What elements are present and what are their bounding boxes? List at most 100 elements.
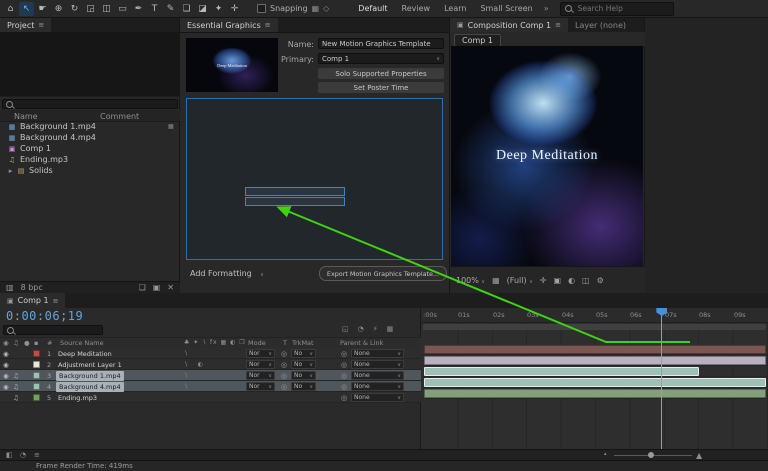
track-matte-dropdown[interactable]: No∨ <box>291 382 316 391</box>
help-search-input[interactable] <box>576 3 669 14</box>
timeline-search-box[interactable] <box>3 325 103 335</box>
layer-duration-bar[interactable] <box>424 345 766 354</box>
frame-blend-toggle-icon[interactable]: ◔ <box>20 451 26 459</box>
parent-pickwhip-icon[interactable]: ◎ <box>341 372 347 380</box>
layer-duration-bar[interactable] <box>424 378 766 387</box>
camera-tool-icon[interactable]: ◲ <box>83 2 98 16</box>
timeline-track-area[interactable]: :00s 01s 02s 03s 04s 05s 06s 07s 08s 09s <box>421 308 768 449</box>
frame-blend-icon[interactable]: ◔ <box>358 325 364 333</box>
workspace-learn[interactable]: Learn <box>444 4 466 13</box>
shape-tool-icon[interactable]: ▭ <box>115 2 130 16</box>
blend-mode-dropdown[interactable]: Nor∨ <box>246 360 275 369</box>
settings-gear-icon[interactable]: ⚙ <box>597 276 604 285</box>
trkmat-pickwhip-icon[interactable]: ◎ <box>281 350 287 358</box>
timeline-search-input[interactable] <box>17 325 99 335</box>
solo-column-icon[interactable]: ● <box>24 339 30 347</box>
eye-column-icon[interactable]: ◉ <box>3 339 9 347</box>
draft-3d-icon[interactable]: ⚡ <box>373 325 378 333</box>
trash-icon[interactable]: ✕ <box>167 283 174 292</box>
workspace-overflow-icon[interactable]: » <box>544 4 549 13</box>
playhead[interactable] <box>661 308 662 449</box>
add-formatting-dropdown[interactable]: Add Formatting ∨ <box>190 269 264 278</box>
transparency-grid-icon[interactable]: ▣ <box>554 276 562 285</box>
workspace-review[interactable]: Review <box>402 4 431 13</box>
zoom-in-mountain-icon[interactable]: ▲ <box>696 451 702 460</box>
trkmat-pickwhip-icon[interactable]: ◎ <box>281 361 287 369</box>
properties-drop-zone[interactable] <box>186 98 443 260</box>
composition-viewer[interactable]: Deep Meditation <box>451 46 643 266</box>
column-mode[interactable]: Mode <box>248 339 266 347</box>
clone-stamp-tool-icon[interactable]: ❏ <box>179 2 194 16</box>
label-color-chip[interactable] <box>33 394 40 401</box>
timeline-layer-row[interactable]: ♫ 5 Ending.mp3 ◎ None∨ <box>0 392 421 403</box>
parent-pickwhip-icon[interactable]: ◎ <box>341 383 347 391</box>
tab-composition[interactable]: ▣ Composition Comp 1 ≡ <box>450 18 568 32</box>
magnification-dropdown[interactable]: 100% ∨ <box>456 276 485 285</box>
layer-name-dragging[interactable]: Background 1.mp4 <box>56 371 124 381</box>
zoom-out-mountain-icon[interactable]: ▴ <box>604 451 607 457</box>
expand-caret-icon[interactable]: ▸ <box>8 167 13 175</box>
label-color-chip[interactable] <box>33 361 40 368</box>
timeline-layer-row-selected[interactable]: ◉ ♫ 4 Background 4.mp4 ∖ Nor∨ ◎ No∨ ◎ No… <box>0 381 421 392</box>
tab-essential-graphics[interactable]: Essential Graphics ≡ <box>180 18 278 32</box>
parent-link-dropdown[interactable]: None∨ <box>351 360 404 369</box>
orbit-tool-icon[interactable]: ↻ <box>67 2 82 16</box>
composition-mini-flow-icon[interactable]: ▦ <box>387 325 394 333</box>
layer-duration-bar[interactable] <box>424 356 766 365</box>
flowchart-icon[interactable]: ◫ <box>582 276 590 285</box>
timeline-layer-row[interactable]: ◉ 1 Deep Meditation ∖ Nor∨ ◎ No∨ ◎ None∨ <box>0 348 421 359</box>
brush-tool-icon[interactable]: ✎ <box>163 2 178 16</box>
project-search-box[interactable] <box>2 99 178 109</box>
timeline-zoom-handle[interactable] <box>648 452 654 458</box>
parent-pickwhip-icon[interactable]: ◎ <box>341 361 347 369</box>
timeline-layer-row[interactable]: ◉ 2 Adjustment Layer 1 ∖ ◐ Nor∨ ◎ No∨ ◎ … <box>0 359 421 370</box>
layer-switches-icons[interactable]: ∖ <box>184 372 192 379</box>
layer-name-dragging[interactable]: Background 4.mp4 <box>56 382 124 392</box>
puppet-pin-tool-icon[interactable]: ✛ <box>227 2 242 16</box>
label-color-chip[interactable] <box>33 383 40 390</box>
column-comment[interactable]: Comment <box>100 112 139 121</box>
channels-icon[interactable]: ◐ <box>568 276 575 285</box>
current-timecode[interactable]: 0:00:06;19 <box>6 309 83 323</box>
pen-tool-icon[interactable]: ✒ <box>131 2 146 16</box>
template-name-input[interactable]: New Motion Graphics Template <box>318 38 444 49</box>
tab-project[interactable]: Project ≡ <box>0 18 51 32</box>
new-folder-icon[interactable]: ❏ <box>139 283 146 292</box>
blend-mode-dropdown[interactable]: Nor∨ <box>246 382 275 391</box>
panel-menu-icon[interactable]: ≡ <box>53 297 59 305</box>
label-color-chip[interactable] <box>33 350 40 357</box>
eye-icon[interactable]: ◉ <box>3 361 9 369</box>
type-tool-icon[interactable]: T <box>147 2 162 16</box>
parent-pickwhip-icon[interactable]: ◎ <box>341 350 347 358</box>
pan-behind-tool-icon[interactable]: ◫ <box>99 2 114 16</box>
graph-editor-icon[interactable]: ◱ <box>342 325 349 333</box>
trkmat-pickwhip-icon[interactable]: ◎ <box>281 372 287 380</box>
solo-supported-properties-button[interactable]: Solo Supported Properties <box>318 68 444 79</box>
audio-icon[interactable]: ♫ <box>13 394 19 402</box>
lock-column-icon[interactable]: ▪ <box>34 339 38 347</box>
timeline-ruler[interactable]: :00s 01s 02s 03s 04s 05s 06s 07s 08s 09s <box>421 308 768 323</box>
audio-icon[interactable]: ♫ <box>13 372 19 380</box>
layer-name[interactable]: Adjustment Layer 1 <box>58 361 176 369</box>
track-matte-dropdown[interactable]: No∨ <box>291 371 316 380</box>
selection-tool-icon[interactable]: ↖ <box>19 2 34 16</box>
tab-layer[interactable]: Layer (none) <box>568 18 633 32</box>
blend-mode-dropdown[interactable]: Nor∨ <box>246 349 275 358</box>
project-item-row[interactable]: ▦ Background 1.mp4 ▦ <box>0 121 180 132</box>
project-item-row[interactable]: ▦ Background 4.mp4 <box>0 132 180 143</box>
set-poster-time-button[interactable]: Set Poster Time <box>318 82 444 93</box>
project-search-input[interactable] <box>16 99 174 109</box>
roto-brush-tool-icon[interactable]: ✦ <box>211 2 226 16</box>
layer-switches-icons[interactable]: ∖ <box>184 350 192 357</box>
eye-icon[interactable]: ◉ <box>3 350 9 358</box>
blend-mode-dropdown[interactable]: Nor∨ <box>246 371 275 380</box>
track-matte-dropdown[interactable]: No∨ <box>291 349 316 358</box>
tab-timeline-comp1[interactable]: ▣ Comp 1 ≡ <box>0 293 65 308</box>
project-item-row[interactable]: ▣ Comp 1 <box>0 143 180 154</box>
work-area-bar[interactable] <box>423 324 766 330</box>
timeline-layer-row-selected[interactable]: ◉ ♫ 3 Background 1.mp4 ∖ Nor∨ ◎ No∨ ◎ No… <box>0 370 421 381</box>
eye-icon[interactable]: ◉ <box>3 383 9 391</box>
audio-icon[interactable]: ♫ <box>13 383 19 391</box>
layer-switches-icons[interactable]: ∖ ◐ <box>184 361 207 368</box>
eye-icon[interactable]: ◉ <box>3 372 9 380</box>
